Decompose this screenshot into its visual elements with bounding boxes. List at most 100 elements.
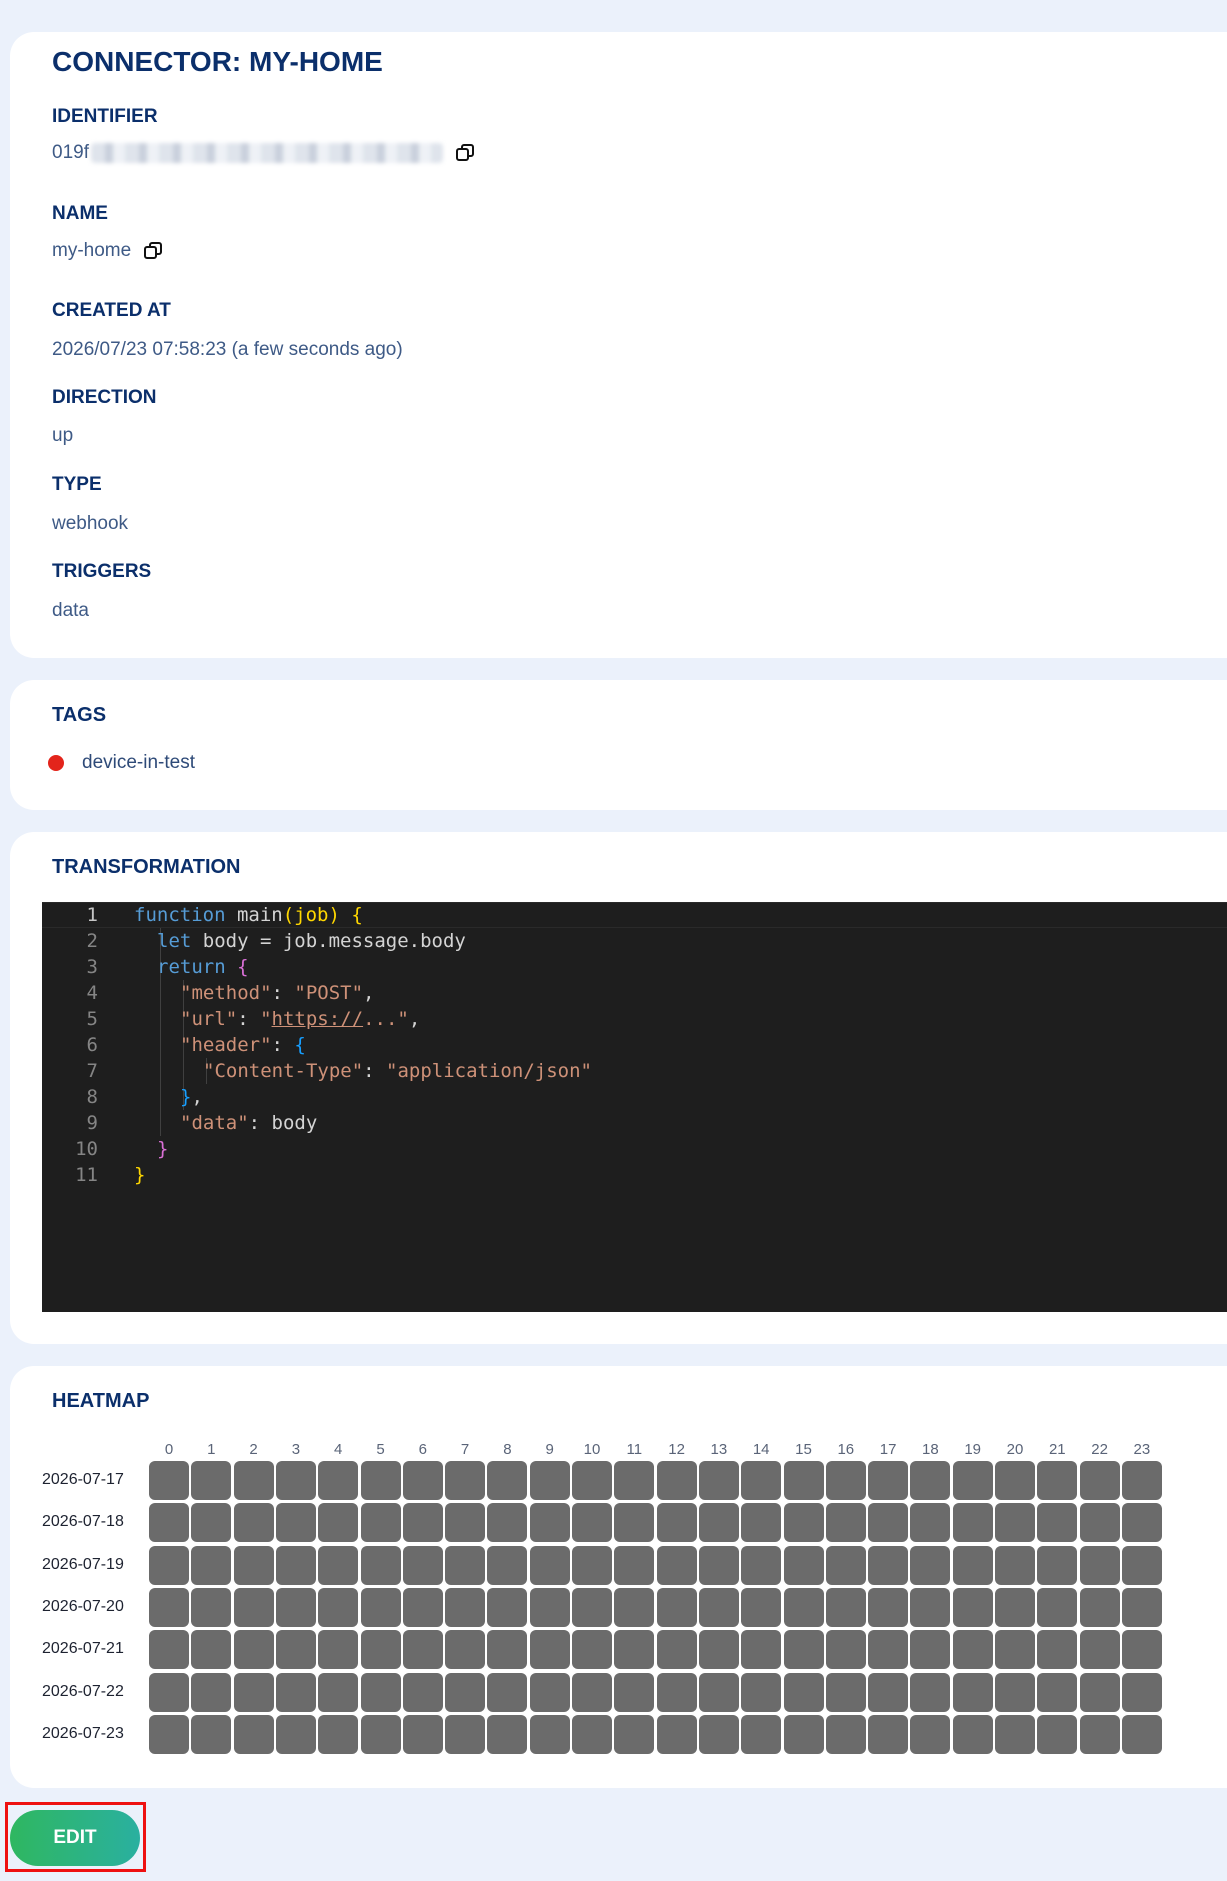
heatmap-cell[interactable] [149,1503,189,1543]
heatmap-cell[interactable] [318,1503,359,1543]
heatmap-cell[interactable] [952,1545,993,1585]
heatmap-cell[interactable] [1079,1461,1120,1500]
heatmap-cell[interactable] [1121,1672,1162,1712]
heatmap-cell[interactable] [191,1672,232,1712]
heatmap-cell[interactable] [614,1587,655,1627]
heatmap-cell[interactable] [360,1672,401,1712]
heatmap-cell[interactable] [402,1630,443,1670]
heatmap-cell[interactable] [445,1714,486,1754]
heatmap-cell[interactable] [445,1630,486,1670]
heatmap-cell[interactable] [360,1714,401,1754]
heatmap-cell[interactable] [1037,1630,1078,1670]
heatmap-cell[interactable] [1121,1630,1162,1670]
heatmap-cell[interactable] [360,1503,401,1543]
heatmap-cell[interactable] [233,1630,274,1670]
heatmap-cell[interactable] [995,1461,1035,1500]
heatmap-cell[interactable] [318,1714,359,1754]
heatmap-cell[interactable] [910,1630,951,1670]
heatmap-cell[interactable] [487,1545,528,1585]
heatmap-cell[interactable] [275,1672,316,1712]
heatmap-cell[interactable] [1121,1587,1162,1627]
heatmap-cell[interactable] [445,1672,486,1712]
heatmap-cell[interactable] [614,1714,655,1754]
heatmap-cell[interactable] [529,1461,570,1500]
heatmap-cell[interactable] [149,1630,189,1670]
heatmap-cell[interactable] [1037,1503,1078,1543]
heatmap-cell[interactable] [529,1714,570,1754]
edit-button[interactable]: EDIT [10,1810,140,1866]
heatmap-cell[interactable] [868,1714,909,1754]
heatmap-cell[interactable] [910,1545,951,1585]
heatmap-cell[interactable] [698,1672,739,1712]
heatmap-cell[interactable] [783,1714,824,1754]
heatmap-cell[interactable] [360,1587,401,1627]
copy-icon[interactable] [143,241,163,261]
heatmap-cell[interactable] [402,1461,443,1500]
heatmap-cell[interactable] [952,1672,993,1712]
heatmap-cell[interactable] [1037,1714,1078,1754]
heatmap-cell[interactable] [1079,1714,1120,1754]
heatmap-cell[interactable] [783,1672,824,1712]
heatmap-cell[interactable] [572,1630,612,1670]
heatmap-cell[interactable] [614,1461,655,1500]
heatmap-cell[interactable] [233,1714,274,1754]
heatmap-cell[interactable] [741,1503,782,1543]
heatmap-cell[interactable] [149,1672,189,1712]
heatmap-cell[interactable] [572,1461,612,1500]
heatmap-cell[interactable] [275,1587,316,1627]
heatmap-cell[interactable] [698,1587,739,1627]
heatmap-cell[interactable] [1037,1545,1078,1585]
heatmap-cell[interactable] [402,1545,443,1585]
heatmap-cell[interactable] [952,1714,993,1754]
heatmap-cell[interactable] [233,1672,274,1712]
heatmap-cell[interactable] [741,1587,782,1627]
heatmap-cell[interactable] [233,1461,274,1500]
heatmap-cell[interactable] [1079,1503,1120,1543]
heatmap-cell[interactable] [698,1503,739,1543]
heatmap-cell[interactable] [487,1503,528,1543]
heatmap-cell[interactable] [1037,1587,1078,1627]
heatmap-cell[interactable] [149,1587,189,1627]
heatmap-cell[interactable] [487,1672,528,1712]
heatmap-cell[interactable] [910,1461,951,1500]
heatmap-cell[interactable] [318,1630,359,1670]
heatmap-cell[interactable] [402,1587,443,1627]
heatmap-cell[interactable] [191,1630,232,1670]
heatmap-cell[interactable] [233,1587,274,1627]
heatmap-cell[interactable] [529,1503,570,1543]
heatmap-cell[interactable] [1079,1587,1120,1627]
heatmap-cell[interactable] [825,1503,866,1543]
heatmap-cell[interactable] [1079,1630,1120,1670]
tag-item[interactable]: device-in-test [48,752,195,774]
heatmap-cell[interactable] [487,1714,528,1754]
heatmap-cell[interactable] [656,1545,697,1585]
heatmap-cell[interactable] [233,1545,274,1585]
heatmap-cell[interactable] [952,1503,993,1543]
heatmap-cell[interactable] [952,1630,993,1670]
heatmap-cell[interactable] [1121,1503,1162,1543]
heatmap-cell[interactable] [614,1545,655,1585]
heatmap-cell[interactable] [741,1461,782,1500]
heatmap-cell[interactable] [995,1630,1035,1670]
heatmap-cell[interactable] [656,1714,697,1754]
heatmap-cell[interactable] [1121,1545,1162,1585]
heatmap-cell[interactable] [529,1630,570,1670]
heatmap-cell[interactable] [318,1461,359,1500]
heatmap-cell[interactable] [149,1461,189,1500]
heatmap-cell[interactable] [995,1503,1035,1543]
heatmap-cell[interactable] [1037,1672,1078,1712]
heatmap-cell[interactable] [402,1672,443,1712]
heatmap-cell[interactable] [825,1714,866,1754]
heatmap-cell[interactable] [275,1714,316,1754]
heatmap-cell[interactable] [572,1714,612,1754]
heatmap-cell[interactable] [698,1630,739,1670]
heatmap-cell[interactable] [402,1503,443,1543]
heatmap-cell[interactable] [783,1545,824,1585]
heatmap-cell[interactable] [360,1461,401,1500]
heatmap-cell[interactable] [656,1587,697,1627]
heatmap-cell[interactable] [529,1587,570,1627]
heatmap-cell[interactable] [656,1503,697,1543]
heatmap-cell[interactable] [318,1545,359,1585]
heatmap-cell[interactable] [1121,1714,1162,1754]
heatmap-cell[interactable] [529,1545,570,1585]
